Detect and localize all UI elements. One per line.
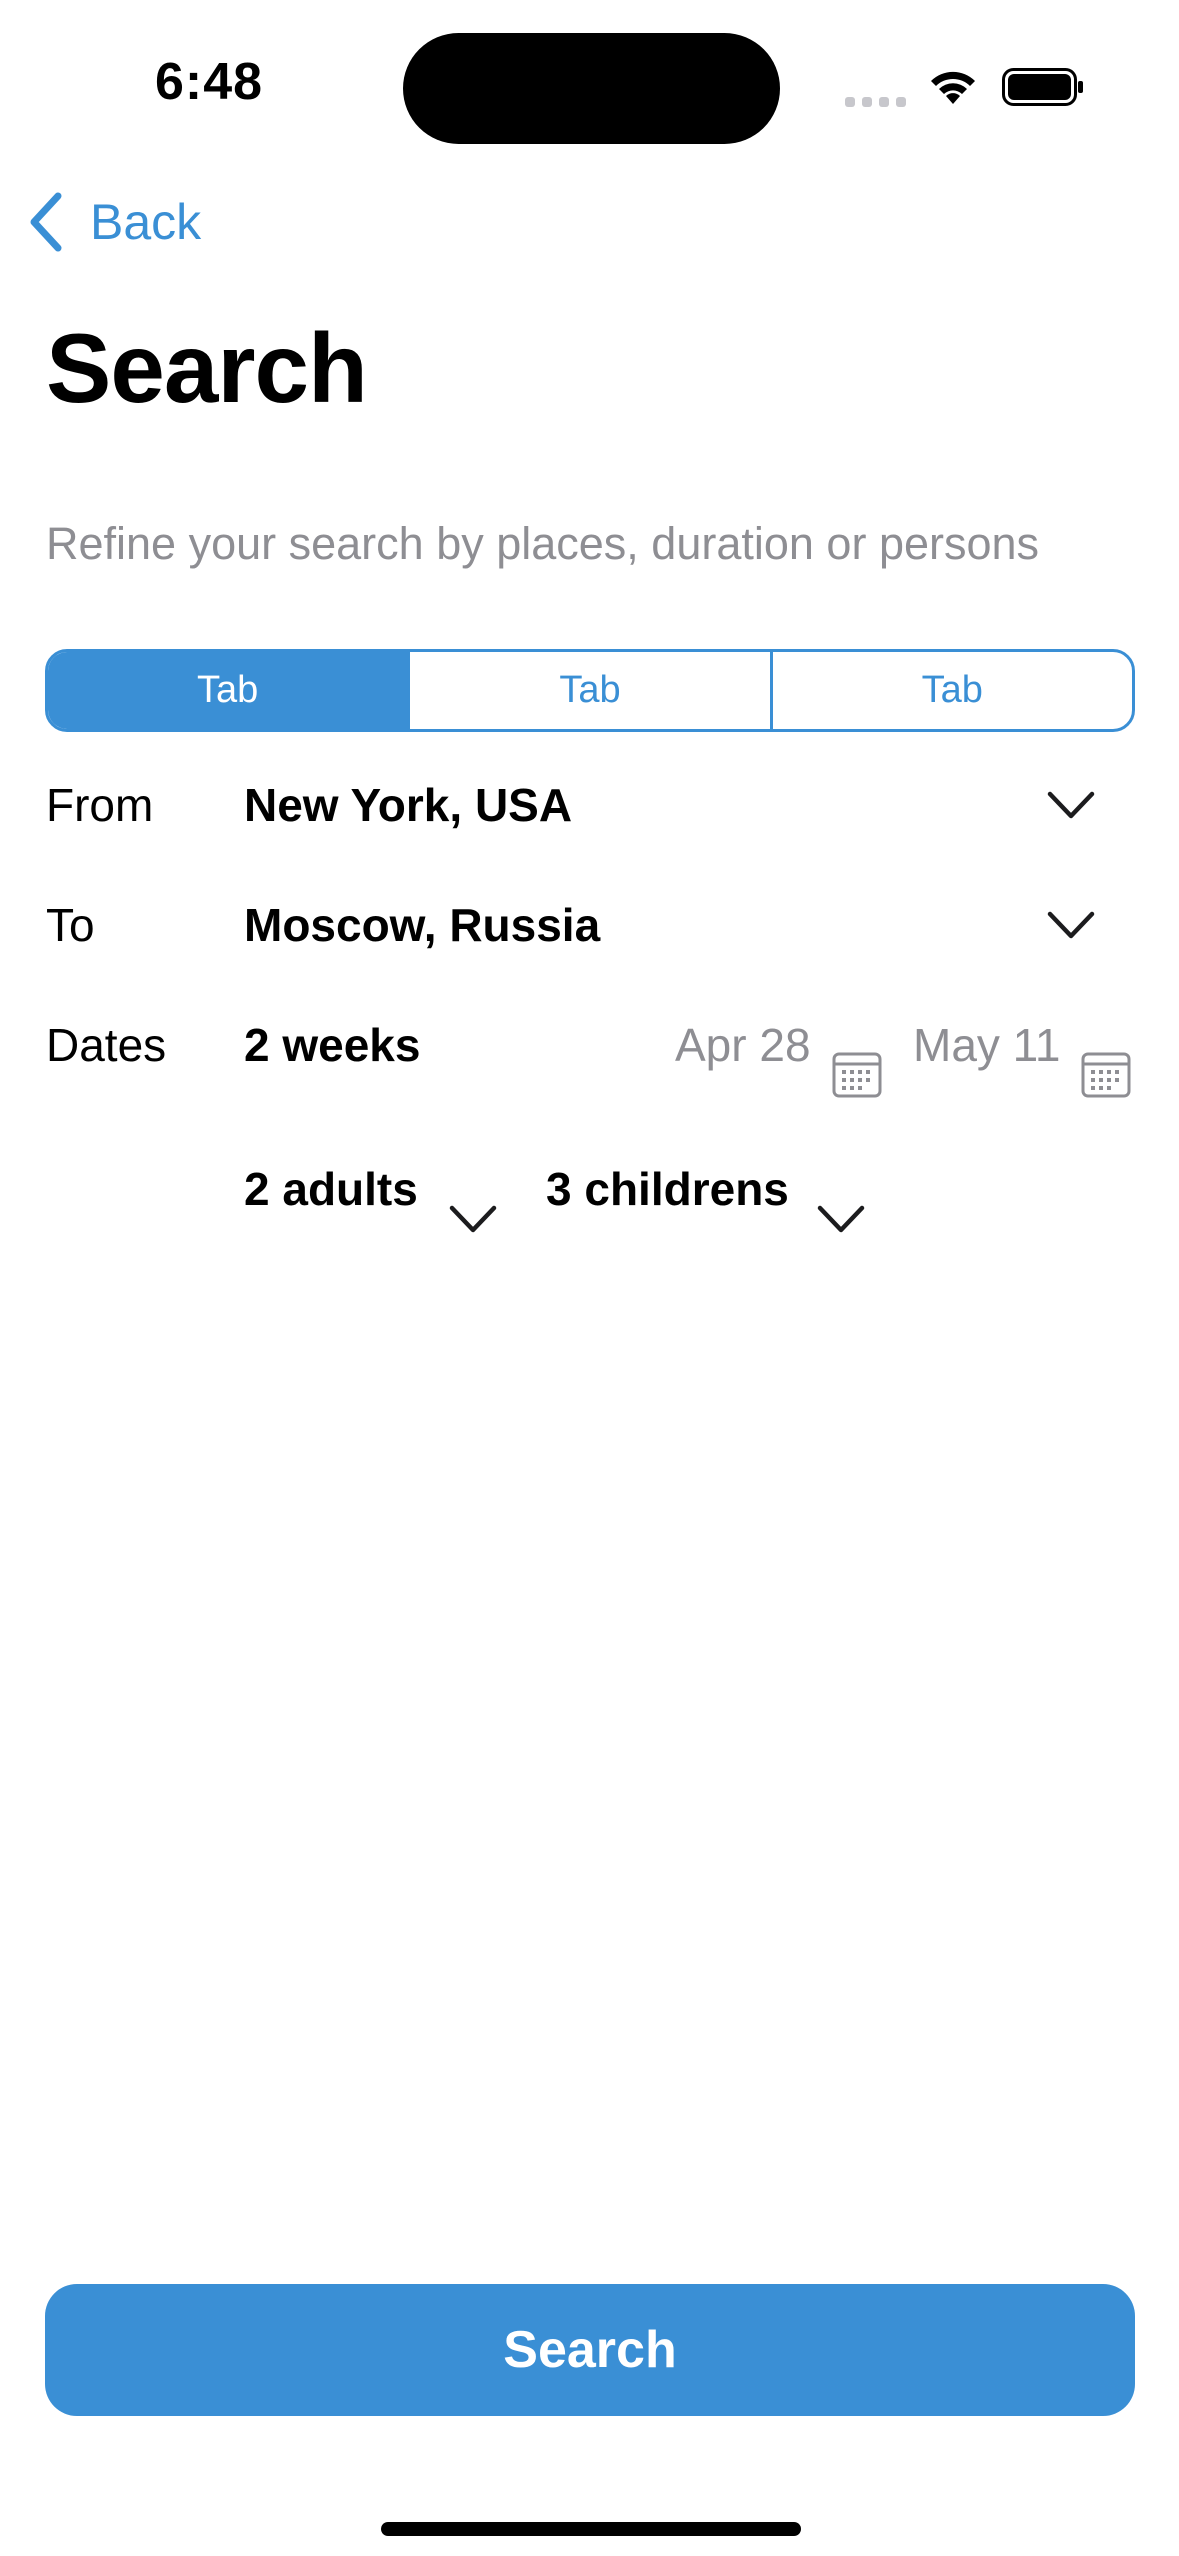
end-date[interactable]: May 11 [913, 1018, 1060, 1072]
to-label: To [46, 899, 95, 951]
back-button[interactable]: Back [26, 190, 201, 254]
calendar-icon[interactable] [1081, 1050, 1131, 1098]
search-button[interactable]: Search [45, 2284, 1135, 2416]
page-subtitle: Refine your search by places, duration o… [46, 518, 1040, 569]
dynamic-island [403, 33, 780, 144]
start-date[interactable]: Apr 28 [675, 1018, 811, 1072]
chevron-down-icon[interactable] [448, 1204, 498, 1234]
dates-label: Dates [46, 1019, 167, 1071]
segmented-control: Tab Tab Tab [45, 649, 1135, 732]
chevron-down-icon[interactable] [1046, 910, 1096, 940]
from-label: From [46, 779, 154, 831]
home-indicator[interactable] [381, 2522, 801, 2536]
chevron-down-icon[interactable] [816, 1204, 866, 1234]
tab-3[interactable]: Tab [769, 652, 1132, 729]
page-title: Search [46, 313, 368, 423]
tab-2[interactable]: Tab [407, 652, 769, 729]
to-value[interactable]: Moscow, Russia [244, 898, 600, 952]
from-value[interactable]: New York, USA [244, 778, 572, 832]
chevron-down-icon[interactable] [1046, 790, 1096, 820]
tab-1[interactable]: Tab [48, 652, 408, 729]
battery-icon [1002, 68, 1083, 106]
wifi-icon [931, 71, 975, 104]
calendar-icon[interactable] [832, 1050, 882, 1098]
children-select[interactable]: 3 childrens [546, 1162, 789, 1216]
chevron-left-icon [30, 192, 62, 252]
back-label: Back [90, 194, 202, 250]
status-time: 6:48 [155, 53, 264, 111]
dates-duration[interactable]: 2 weeks [244, 1018, 420, 1072]
signal-icon [845, 97, 906, 107]
adults-select[interactable]: 2 adults [244, 1162, 418, 1216]
